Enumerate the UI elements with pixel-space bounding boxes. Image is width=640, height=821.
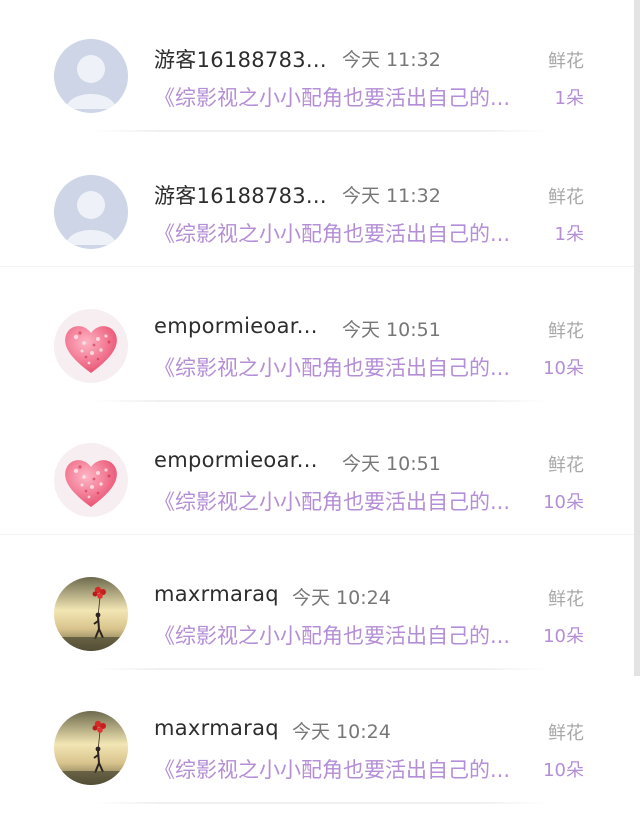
gift-type-label: 鲜花: [548, 187, 584, 208]
username[interactable]: empormieoar...: [154, 448, 318, 472]
gift-time: 今天 10:51: [342, 453, 441, 475]
book-title-link[interactable]: 《综影视之小小配角也要活出自己的...: [154, 82, 510, 112]
gift-record-item[interactable]: 游客16188783... 今天 11:32 《综影视之小小配角也要活出自己的.…: [0, 0, 640, 136]
username[interactable]: 游客16188783...: [154, 44, 327, 74]
gift-time: 今天 10:24: [292, 721, 391, 743]
username[interactable]: maxrmaraq: [154, 716, 279, 740]
gift-time: 今天 10:24: [292, 587, 391, 609]
gift-record-item[interactable]: empormieoar... 今天 10:51 《综影视之小小配角也要活出自己的…: [0, 404, 640, 538]
gift-count: 1朵: [554, 88, 584, 109]
person-with-balloons-avatar[interactable]: [54, 711, 128, 785]
book-title-link[interactable]: 《综影视之小小配角也要活出自己的...: [154, 352, 510, 382]
divider: [0, 266, 640, 267]
book-title-link[interactable]: 《综影视之小小配角也要活出自己的...: [154, 486, 510, 516]
heart-of-petals-avatar[interactable]: [54, 309, 128, 383]
gift-record-item[interactable]: 游客16188783... 今天 11:32 《综影视之小小配角也要活出自己的.…: [0, 136, 640, 270]
divider: [92, 668, 548, 670]
username[interactable]: 游客16188783...: [154, 180, 327, 210]
gift-record-item[interactable]: empormieoar... 今天 10:51 《综影视之小小配角也要活出自己的…: [0, 270, 640, 404]
book-title-link[interactable]: 《综影视之小小配角也要活出自己的...: [154, 620, 510, 650]
heart-of-petals-avatar[interactable]: [54, 443, 128, 517]
gift-type-label: 鲜花: [548, 455, 584, 476]
gift-count: 1朵: [554, 224, 584, 245]
gift-count: 10朵: [543, 358, 584, 379]
gift-type-label: 鲜花: [548, 723, 584, 744]
gift-count: 10朵: [543, 492, 584, 513]
divider: [0, 534, 640, 535]
gift-type-label: 鲜花: [548, 51, 584, 72]
book-title-link[interactable]: 《综影视之小小配角也要活出自己的...: [154, 218, 510, 248]
gift-record-item[interactable]: maxrmaraq 今天 10:24 《综影视之小小配角也要活出自己的... 鲜…: [0, 538, 640, 672]
gift-record-list: 游客16188783... 今天 11:32 《综影视之小小配角也要活出自己的.…: [0, 0, 640, 806]
gift-record-item[interactable]: maxrmaraq 今天 10:24 《综影视之小小配角也要活出自己的... 鲜…: [0, 672, 640, 806]
default-person-avatar[interactable]: [54, 39, 128, 113]
gift-time: 今天 10:51: [342, 319, 441, 341]
default-person-avatar[interactable]: [54, 175, 128, 249]
gift-type-label: 鲜花: [548, 589, 584, 610]
username[interactable]: empormieoar...: [154, 314, 318, 338]
divider: [92, 130, 548, 132]
gift-type-label: 鲜花: [548, 321, 584, 342]
gift-time: 今天 11:32: [342, 49, 441, 71]
username[interactable]: maxrmaraq: [154, 582, 279, 606]
gift-time: 今天 11:32: [342, 185, 441, 207]
gift-count: 10朵: [543, 760, 584, 781]
divider: [92, 400, 548, 402]
book-title-link[interactable]: 《综影视之小小配角也要活出自己的...: [154, 754, 510, 784]
gift-count: 10朵: [543, 626, 584, 647]
scrollbar[interactable]: [634, 0, 640, 676]
divider: [92, 802, 548, 804]
person-with-balloons-avatar[interactable]: [54, 577, 128, 651]
